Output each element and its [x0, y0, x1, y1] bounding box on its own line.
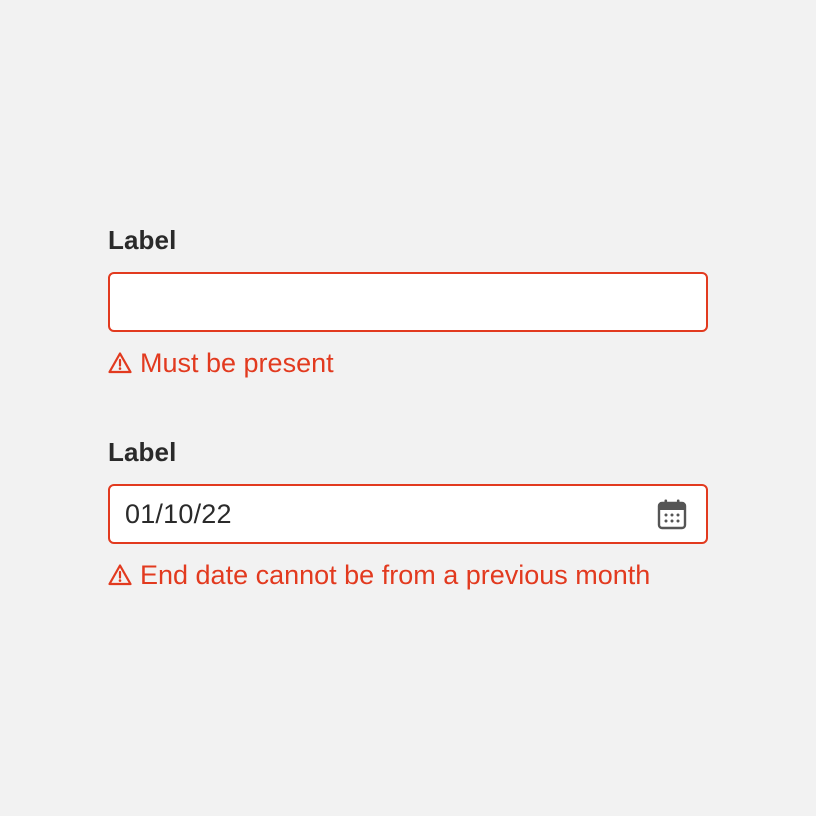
field-label: Label [108, 225, 177, 255]
error-message: End date cannot be from a previous month [108, 558, 650, 592]
warning-triangle-icon [108, 351, 132, 375]
text-input[interactable] [108, 272, 708, 332]
date-input[interactable]: 01/10/22 [108, 484, 708, 544]
error-text: Must be present [140, 348, 334, 378]
input-value: 01/10/22 [125, 498, 232, 529]
calendar-icon[interactable] [656, 497, 688, 531]
date-field-group: Label 01/10/22 End date cannot be from a… [108, 436, 708, 590]
text-field-group: Label Must be present [108, 224, 708, 378]
error-text: End date cannot be from a previous month [140, 560, 651, 590]
field-label: Label [108, 437, 177, 467]
error-message: Must be present [108, 346, 334, 380]
warning-triangle-icon [108, 563, 132, 587]
